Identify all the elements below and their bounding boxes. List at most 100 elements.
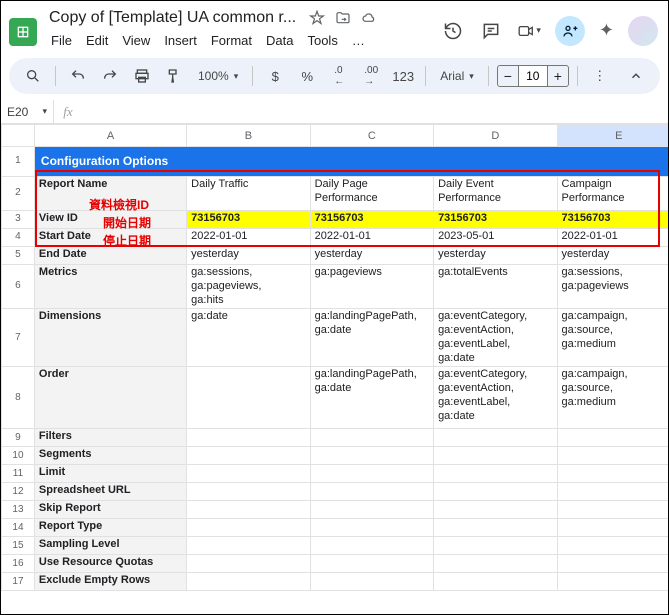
cell[interactable] (557, 519, 668, 537)
cell[interactable]: 73156703 (434, 211, 557, 229)
menu-overflow[interactable]: … (346, 31, 371, 50)
cell[interactable]: ga:sessions, ga:pageviews, ga:hits (187, 265, 310, 309)
formula-input[interactable] (82, 100, 668, 123)
move-icon[interactable] (334, 9, 352, 27)
cell[interactable] (187, 447, 310, 465)
cell[interactable] (310, 537, 433, 555)
cell[interactable]: Use Resource Quotas (34, 555, 186, 573)
config-header-ext[interactable] (187, 147, 668, 177)
cell[interactable]: Daily Event Performance (434, 177, 557, 211)
cell[interactable] (434, 537, 557, 555)
cell[interactable] (187, 465, 310, 483)
increase-decimal-icon[interactable]: .00→ (357, 63, 385, 89)
cell[interactable]: Daily Traffic (187, 177, 310, 211)
currency-icon[interactable]: $ (261, 63, 289, 89)
cell[interactable]: yesterday (187, 247, 310, 265)
cell[interactable]: Report Name (34, 177, 186, 211)
cell[interactable] (434, 429, 557, 447)
row-header[interactable]: 11 (2, 465, 35, 483)
row-header[interactable]: 15 (2, 537, 35, 555)
cell[interactable] (557, 483, 668, 501)
row-header[interactable]: 10 (2, 447, 35, 465)
cell[interactable] (434, 501, 557, 519)
cell[interactable]: ga:pageviews (310, 265, 433, 309)
cell[interactable]: Limit (34, 465, 186, 483)
cell[interactable]: End Date (34, 247, 186, 265)
meet-icon[interactable]: ▾ (517, 19, 541, 43)
font-select[interactable]: Arial▾ (434, 63, 480, 89)
cell[interactable] (187, 501, 310, 519)
row-header[interactable]: 9 (2, 429, 35, 447)
cell[interactable]: ga:eventCategory, ga:eventAction, ga:eve… (434, 367, 557, 429)
row-header[interactable]: 5 (2, 247, 35, 265)
comment-icon[interactable] (479, 19, 503, 43)
cell[interactable]: Skip Report (34, 501, 186, 519)
cell[interactable] (557, 447, 668, 465)
cell[interactable]: 2022-01-01 (187, 229, 310, 247)
cell[interactable]: 2022-01-01 (310, 229, 433, 247)
row-header[interactable]: 1 (2, 147, 35, 177)
cell[interactable] (310, 555, 433, 573)
cloud-icon[interactable] (360, 9, 378, 27)
menu-view[interactable]: View (116, 31, 156, 50)
row-header[interactable]: 4 (2, 229, 35, 247)
select-all-corner[interactable] (2, 125, 35, 147)
cell[interactable] (557, 573, 668, 591)
font-size-decrease[interactable]: − (497, 65, 519, 87)
cell[interactable]: Filters (34, 429, 186, 447)
font-size-input[interactable] (519, 65, 547, 87)
row-header[interactable]: 6 (2, 265, 35, 309)
cell[interactable]: Daily Page Performance (310, 177, 433, 211)
cell[interactable] (557, 555, 668, 573)
cell[interactable] (310, 519, 433, 537)
row-header[interactable]: 2 (2, 177, 35, 211)
gemini-icon[interactable]: ✦ (599, 20, 614, 41)
cell[interactable] (310, 429, 433, 447)
decrease-decimal-icon[interactable]: .0← (325, 63, 353, 89)
cell[interactable] (310, 573, 433, 591)
cell[interactable]: yesterday (557, 247, 668, 265)
row-header[interactable]: 17 (2, 573, 35, 591)
menu-format[interactable]: Format (205, 31, 258, 50)
cell[interactable] (557, 465, 668, 483)
cell[interactable]: Start Date (34, 229, 186, 247)
cell[interactable]: Exclude Empty Rows (34, 573, 186, 591)
cell[interactable]: ga:totalEvents (434, 265, 557, 309)
menu-edit[interactable]: Edit (80, 31, 114, 50)
row-header[interactable]: 7 (2, 309, 35, 367)
cell[interactable]: ga:campaign, ga:source, ga:medium (557, 309, 668, 367)
cell[interactable]: Campaign Performance (557, 177, 668, 211)
cell[interactable]: ga:sessions, ga:pageviews (557, 265, 668, 309)
cell[interactable]: Metrics (34, 265, 186, 309)
percent-icon[interactable]: % (293, 63, 321, 89)
cell[interactable] (434, 465, 557, 483)
cell[interactable] (187, 573, 310, 591)
cell[interactable] (310, 447, 433, 465)
font-size-increase[interactable]: + (547, 65, 569, 87)
redo-icon[interactable] (96, 63, 124, 89)
cell[interactable] (557, 501, 668, 519)
col-header-c[interactable]: C (310, 125, 433, 147)
row-header[interactable]: 14 (2, 519, 35, 537)
doc-title[interactable]: Copy of [Template] UA common r... (45, 7, 300, 29)
search-icon[interactable] (19, 63, 47, 89)
cell[interactable] (557, 429, 668, 447)
cell[interactable]: Dimensions (34, 309, 186, 367)
cell[interactable]: yesterday (310, 247, 433, 265)
star-icon[interactable] (308, 9, 326, 27)
cell[interactable]: Segments (34, 447, 186, 465)
menu-file[interactable]: File (45, 31, 78, 50)
cell[interactable]: 73156703 (310, 211, 433, 229)
cell[interactable] (187, 429, 310, 447)
zoom-select[interactable]: 100%▾ (192, 63, 244, 89)
cell[interactable]: ga:landingPagePath, ga:date (310, 309, 433, 367)
name-box[interactable]: E20▾ (1, 105, 53, 119)
row-header[interactable]: 3 (2, 211, 35, 229)
config-header[interactable]: Configuration Options (34, 147, 186, 177)
col-header-b[interactable]: B (187, 125, 310, 147)
share-button[interactable] (555, 16, 585, 46)
cell[interactable] (434, 483, 557, 501)
cell[interactable] (434, 555, 557, 573)
history-icon[interactable] (441, 19, 465, 43)
cell[interactable] (434, 573, 557, 591)
